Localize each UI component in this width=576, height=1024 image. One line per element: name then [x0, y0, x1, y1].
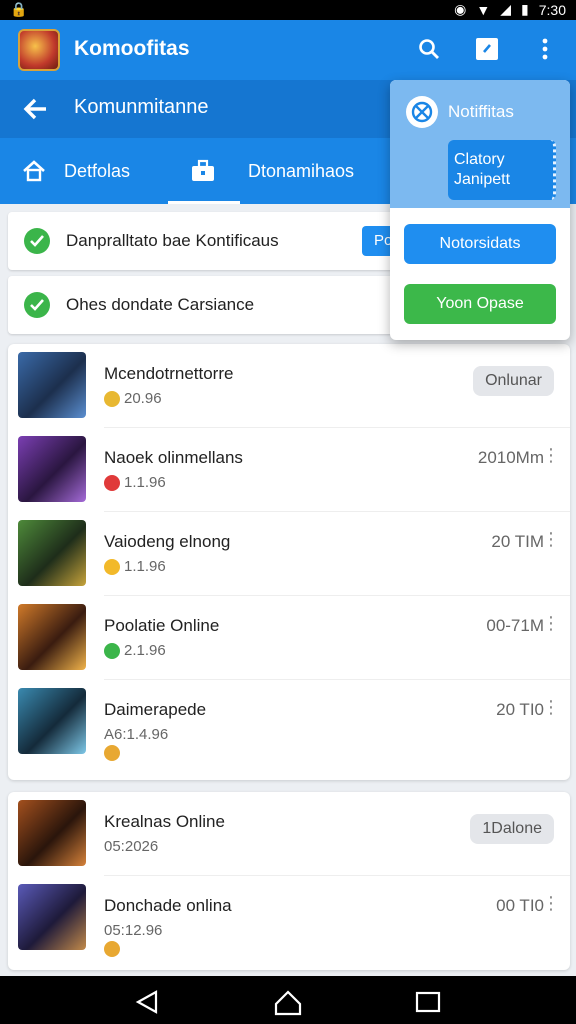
game-thumbnail [18, 884, 86, 950]
more-vert-icon[interactable]: ⋮ [542, 894, 560, 912]
game-list-card: Krealnas Online 05:2026 1Dalone Donchade… [8, 792, 570, 970]
game-meta-text: 05:12.96 [104, 922, 163, 939]
game-meta-text: 1.1.96 [124, 474, 166, 491]
notice-text: Ohes dondate Carsiance [66, 295, 255, 314]
home-icon [23, 160, 45, 182]
game-thumbnail [18, 604, 86, 670]
notification-icon [406, 96, 438, 128]
wifi-icon: ▼ [476, 1, 491, 18]
search-icon [419, 39, 439, 59]
game-meta-text: 20.96 [124, 390, 162, 407]
game-meta: 2.1.96 [104, 642, 166, 659]
list-item[interactable]: Donchade onlina 05:12.96 00 TI0 ⋮ [8, 876, 570, 960]
game-name: Donchade onlina [104, 896, 232, 915]
status-pill[interactable]: Onlunar [473, 366, 554, 396]
list-item[interactable]: Mcendotrnettorre 20.96 Onlunar [8, 344, 570, 428]
game-extra: 2010Mm [477, 448, 544, 467]
more-vert-icon[interactable]: ⋮ [542, 530, 560, 548]
search-button[interactable] [414, 34, 444, 64]
game-extra: 20 TI0 [496, 700, 544, 719]
signal-icon: ◢ [500, 1, 512, 17]
dropdown-header: Notiffitas Clatory Janipett [390, 80, 570, 208]
game-logo-icon [18, 29, 60, 71]
notifications-button[interactable]: Notorsidats [404, 224, 556, 264]
game-thumbnail [18, 436, 86, 502]
app-title: Komoofitas [74, 37, 190, 60]
more-vert-icon [542, 38, 548, 60]
status-pill[interactable]: 1Dalone [470, 814, 554, 844]
tab-label: Detfolas [64, 160, 131, 181]
more-vert-icon[interactable]: ⋮ [542, 446, 560, 464]
status-time: 7:30 [538, 1, 566, 18]
briefcase-icon [192, 159, 214, 181]
heart-icon [104, 941, 120, 957]
game-thumbnail [18, 688, 86, 754]
list-item[interactable]: Krealnas Online 05:2026 1Dalone [8, 792, 570, 876]
battery-icon: ▮ [521, 1, 529, 17]
back-nav-icon[interactable] [134, 988, 162, 1016]
tab-indicator [168, 201, 240, 204]
home-nav-icon[interactable] [274, 988, 302, 1016]
game-meta: 20.96 [104, 390, 162, 407]
game-meta: 1.1.96 [104, 474, 166, 491]
game-name: Krealnas Online [104, 812, 225, 831]
game-meta: A6:1.4.96 [104, 726, 168, 761]
game-meta: 05:2026 [104, 838, 158, 855]
check-icon [104, 642, 120, 659]
game-meta: 05:12.96 [104, 922, 162, 957]
list-item[interactable]: Poolatie Online 2.1.96 00-71M ⋮ [8, 596, 570, 680]
back-arrow-icon [23, 98, 46, 120]
dropdown-category-button[interactable]: Clatory Janipett [448, 140, 556, 200]
tab-label: Dtonamihaos [248, 160, 355, 181]
game-extra: 20 TIM [491, 532, 544, 551]
more-vert-icon[interactable]: ⋮ [542, 614, 560, 632]
list-item[interactable]: Daimerapede A6:1.4.96 20 TI0 ⋮ [8, 680, 570, 764]
game-meta-text: 2.1.96 [124, 642, 166, 659]
game-thumbnail [18, 352, 86, 418]
game-meta-text: 1.1.96 [124, 558, 166, 575]
edit-icon [476, 38, 498, 60]
trophy-icon [104, 390, 120, 407]
check-circle-icon [24, 228, 50, 254]
notifications-dropdown: Notiffitas Clatory Janipett Notorsidats … [390, 80, 570, 340]
check-circle-icon [24, 292, 50, 318]
open-button[interactable]: Yoon Opase [404, 284, 556, 324]
location-icon: ◉ [454, 1, 467, 17]
coin-icon [104, 745, 120, 761]
game-thumbnail [18, 800, 86, 866]
star-icon [104, 558, 120, 575]
back-button[interactable] [20, 94, 50, 124]
game-name: Daimerapede [104, 700, 207, 719]
list-item[interactable]: Naoek olinmellans 1.1.96 2010Mm ⋮ [8, 428, 570, 512]
dropdown-title: Notiffitas [448, 102, 514, 121]
app-bar: Komoofitas [0, 20, 576, 80]
tab-dominations[interactable]: Dtonamihaos [190, 138, 354, 204]
heart-icon [104, 474, 120, 491]
notice-text: Danpralltato bae Kontificaus [66, 231, 279, 250]
notification-lock-icon: 🔒 [10, 1, 28, 17]
page-title: Komunmitanne [74, 96, 209, 118]
game-list-card: Mcendotrnettorre 20.96 Onlunar Naoek oli… [8, 344, 570, 780]
game-name: Naoek olinmellans [104, 448, 243, 467]
game-meta: 1.1.96 [104, 558, 166, 575]
game-thumbnail [18, 520, 86, 586]
game-extra: 00 TI0 [496, 896, 544, 915]
recents-nav-icon[interactable] [414, 988, 442, 1016]
compose-button[interactable] [472, 34, 502, 64]
overflow-menu-button[interactable] [530, 34, 560, 64]
system-nav-bar [0, 976, 576, 1024]
more-vert-icon[interactable]: ⋮ [542, 698, 560, 716]
tab-details[interactable]: Detfolas [22, 138, 130, 204]
game-meta-text: 05:2026 [104, 838, 159, 855]
status-bar: 🔒 ◉ ▼ ◢ ▮ 7:30 [0, 0, 576, 20]
game-meta-text: A6:1.4.96 [104, 726, 169, 743]
game-extra: 00-71M [486, 616, 544, 635]
game-name: Mcendotrnettorre [104, 364, 234, 383]
game-name: Poolatie Online [104, 616, 220, 635]
game-name: Vaiodeng elnong [104, 532, 231, 551]
list-item[interactable]: Vaiodeng elnong 1.1.96 20 TIM ⋮ [8, 512, 570, 596]
